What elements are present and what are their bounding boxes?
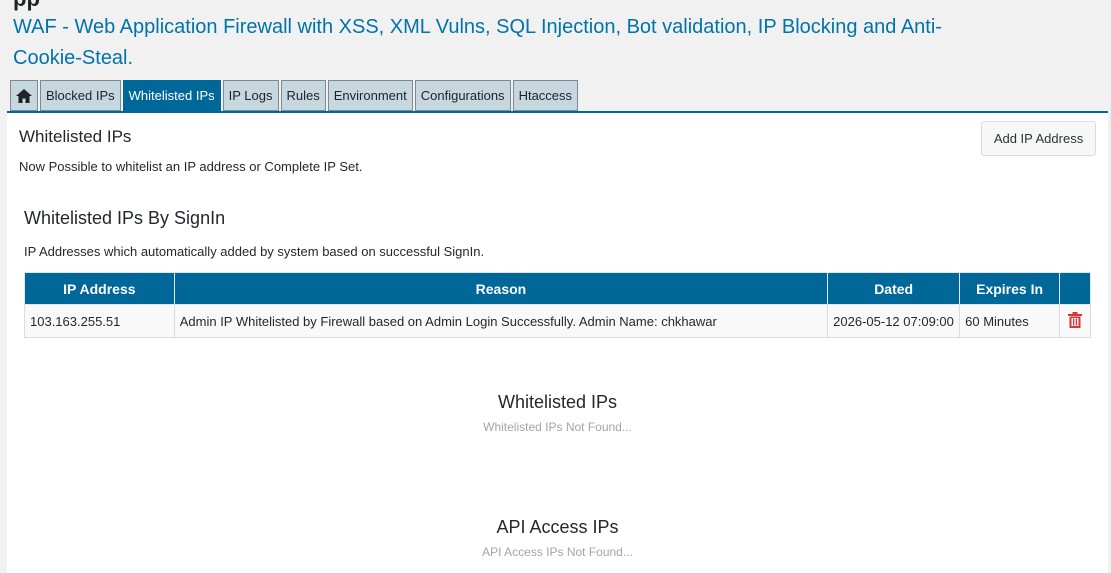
- api-access-ips-empty-message: API Access IPs Not Found...: [482, 545, 633, 559]
- signin-whitelist-table: IP Address Reason Dated Expires In 103.1…: [24, 272, 1091, 338]
- api-access-ips-title: API Access IPs: [496, 517, 619, 537]
- page-subtitle: WAF - Web Application Firewall with XSS,…: [13, 16, 942, 69]
- whitelisted-ips-empty-message: Whitelisted IPs Not Found...: [483, 420, 632, 434]
- whitelisted-ips-title: Whitelisted IPs: [497, 392, 618, 412]
- cell-dated: 2026-05-12 07:09:00: [827, 304, 961, 338]
- column-header-expires: Expires In: [959, 272, 1060, 305]
- tab-ip-logs[interactable]: IP Logs: [222, 80, 279, 111]
- table-header-row: IP Address Reason Dated Expires In: [24, 272, 1091, 305]
- table-row: 103.163.255.51 Admin IP Whitelisted by F…: [24, 304, 1091, 338]
- tab-rules[interactable]: Rules: [280, 80, 326, 111]
- cell-expires: 60 Minutes: [959, 304, 1060, 338]
- column-header-ip: IP Address: [24, 272, 175, 305]
- delete-button[interactable]: [1059, 304, 1091, 338]
- cell-reason: Admin IP Whitelisted by Firewall based o…: [173, 304, 829, 338]
- cell-ip: 103.163.255.51: [24, 304, 175, 338]
- column-header-action: [1059, 272, 1091, 305]
- trash-icon: [1068, 311, 1082, 328]
- add-ip-address-button[interactable]: Add IP Address: [981, 121, 1096, 156]
- tab-home[interactable]: [10, 80, 38, 111]
- tab-whitelisted-ips[interactable]: Whitelisted IPs: [122, 80, 221, 111]
- tab-bar: Blocked IPs Whitelisted IPs IP Logs Rule…: [10, 80, 580, 112]
- panel-description: Now Possible to whitelist an IP address …: [19, 159, 363, 174]
- tab-environment[interactable]: Environment: [327, 80, 413, 111]
- content-panel: Whitelisted IPs Now Possible to whitelis…: [7, 113, 1108, 573]
- signin-section-description: IP Addresses which automatically added b…: [24, 244, 485, 259]
- tab-blocked-ips[interactable]: Blocked IPs: [40, 80, 121, 111]
- panel-title: Whitelisted IPs: [19, 127, 132, 146]
- signin-section-title: Whitelisted IPs By SignIn: [24, 208, 226, 228]
- page-title-fragment: pp: [13, 0, 40, 12]
- column-header-reason: Reason: [173, 272, 829, 305]
- tab-configurations[interactable]: Configurations: [414, 80, 511, 111]
- column-header-dated: Dated: [827, 272, 961, 305]
- tab-htaccess[interactable]: Htaccess: [512, 80, 579, 111]
- home-icon: [16, 88, 32, 103]
